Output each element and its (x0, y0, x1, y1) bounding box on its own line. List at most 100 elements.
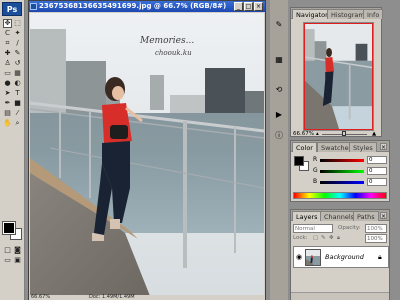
blend-mode-select[interactable]: Normal (293, 224, 333, 233)
eraser-icon[interactable]: ▭ (3, 69, 12, 78)
color-spectrum-bar[interactable] (293, 192, 387, 199)
watermark-line2: choouk.ku (155, 49, 192, 57)
photo: Memories... choouk.ku (30, 13, 264, 296)
blue-label: B (313, 178, 318, 185)
document-window: 23675368136635491699.jpg @ 66.7% (RGB/8#… (28, 0, 266, 300)
crop-icon[interactable]: ⌗ (3, 39, 12, 48)
navigator-zoom-value[interactable]: 66.67% (293, 130, 314, 138)
document-titlebar[interactable]: 23675368136635491699.jpg @ 66.7% (RGB/8#… (29, 1, 265, 12)
layer-row-background[interactable]: ◉ Background 🔒︎ (293, 246, 389, 268)
fill-input[interactable]: 100% (365, 234, 387, 243)
foreground-color-swatch[interactable] (2, 221, 16, 235)
dodge-icon[interactable]: ◐ (13, 79, 22, 88)
navigator-tabs: Navigator Histogram Info (291, 8, 384, 19)
color-tabs: Color Swatches Styles × (291, 141, 389, 152)
document-ps-icon (30, 3, 37, 10)
document-title: 23675368136635491699.jpg @ 66.7% (RGB/8#… (39, 2, 227, 10)
toolbox: Ps ✥ ⬚ ᑕ ✦ ⌗ ∕ ✚ ✎ ♙ ↺ ▭ ▦ ● ◐ ➤ T ✒ ■ ▤… (0, 0, 25, 300)
layers-panel: Layers Channels Paths × Normal Opacity: … (290, 209, 390, 300)
color-fg-swatch[interactable] (294, 156, 304, 166)
layer-lock-icon: 🔒︎ (378, 253, 382, 261)
opacity-label: Opacity: (338, 225, 361, 231)
image-canvas[interactable]: Memories... choouk.ku (30, 13, 264, 296)
green-value-input[interactable]: 0 (367, 167, 387, 175)
hand-icon[interactable]: ✋ (3, 119, 12, 128)
info-icon[interactable]: ⓘ (274, 130, 284, 140)
marquee-icon[interactable]: ⬚ (13, 19, 22, 28)
green-slider[interactable] (320, 170, 364, 173)
lock-label: Lock: (293, 235, 308, 241)
red-value-input[interactable]: 0 (367, 156, 387, 164)
lasso-icon[interactable]: ᑕ (3, 29, 12, 38)
blue-slider-row: B 0 (313, 178, 389, 186)
blur-icon[interactable]: ● (3, 79, 12, 88)
screen-mode-icon[interactable]: ▭ (3, 256, 12, 265)
status-doc-size: Doc: 1.49M/1.49M (89, 294, 135, 300)
layer-thumbnail-photo (306, 250, 320, 265)
red-slider[interactable] (320, 159, 364, 162)
color-swatch[interactable] (2, 221, 22, 240)
notes-icon[interactable]: ▤ (3, 109, 12, 118)
navigator-thumbnail[interactable] (303, 22, 374, 131)
tab-color[interactable]: Color (292, 142, 317, 152)
ps-logo[interactable]: Ps (2, 2, 22, 16)
type-icon[interactable]: T (13, 89, 22, 98)
document-statusbar: 66.67% Doc: 1.49M/1.49M (29, 295, 265, 300)
fullscreen-mode-icon[interactable]: ▣ (13, 256, 22, 265)
lock-image-icon[interactable]: ✎ (321, 234, 326, 243)
layer-name: Background (325, 253, 364, 261)
close-button[interactable]: × (254, 2, 263, 11)
path-select-icon[interactable]: ➤ (3, 89, 12, 98)
standard-mode-icon[interactable]: □ (3, 246, 12, 255)
move-icon[interactable]: ✥ (3, 19, 12, 28)
red-label: R (313, 156, 318, 163)
history-icon[interactable]: ⟲ (274, 85, 284, 95)
brush-icon[interactable]: ✎ (13, 49, 22, 58)
tab-info[interactable]: Info (363, 9, 384, 19)
navigator-panel: Navigator Histogram Info 66.67% ▴ ▲ (290, 7, 384, 138)
slice-icon[interactable]: ∕ (13, 39, 22, 48)
navigator-zoom-row: 66.67% ▴ ▲ (292, 130, 382, 138)
zoom-out-icon[interactable]: ▴ (316, 130, 319, 138)
blue-slider[interactable] (320, 181, 364, 184)
lock-transparency-icon[interactable]: ▢ (313, 234, 318, 243)
maximize-button[interactable]: □ (244, 2, 253, 11)
layers-tabs: Layers Channels Paths × (291, 210, 389, 221)
tool-preset-icon[interactable]: ▦ (274, 55, 284, 65)
shape-icon[interactable]: ■ (13, 99, 22, 108)
navigator-view-box[interactable] (304, 23, 373, 130)
magic-wand-icon[interactable]: ✦ (13, 29, 22, 38)
tab-paths[interactable]: Paths (353, 211, 379, 221)
tool-grid: ✥ ⬚ ᑕ ✦ ⌗ ∕ ✚ ✎ ♙ ↺ ▭ ▦ ● ◐ ➤ T ✒ ■ ▤ ⁄ … (3, 19, 23, 129)
pen-icon[interactable]: ✒ (3, 99, 12, 108)
photoshop-window: Ps ✥ ⬚ ᑕ ✦ ⌗ ∕ ✚ ✎ ♙ ↺ ▭ ▦ ● ◐ ➤ T ✒ ■ ▤… (0, 0, 400, 300)
tab-styles[interactable]: Styles (349, 142, 377, 152)
eyedropper-icon[interactable]: ⁄ (13, 109, 22, 118)
mode-buttons: □ ◙ ▭ ▣ (3, 246, 23, 266)
healing-icon[interactable]: ✚ (3, 49, 12, 58)
zoom-slider-thumb[interactable] (342, 131, 346, 136)
lock-position-icon[interactable]: ✥ (329, 234, 334, 243)
zoom-in-icon[interactable]: ▲ (372, 130, 376, 138)
actions-icon[interactable]: ▶ (274, 110, 284, 120)
layer-visibility-eye-icon[interactable]: ◉ (295, 253, 303, 261)
tab-layers[interactable]: Layers (292, 211, 322, 221)
zoom-icon[interactable]: ⌕ (13, 119, 22, 128)
watermark-line1: Memories... (139, 36, 194, 46)
status-zoom: 66.67% (31, 294, 51, 300)
green-label: G (313, 167, 318, 174)
history-brush-icon[interactable]: ↺ (13, 59, 22, 68)
color-panel: Color Swatches Styles × R 0 G 0 B 0 (290, 140, 390, 202)
minimize-button[interactable]: _ (234, 2, 243, 11)
layers-panel-close-icon[interactable]: × (380, 212, 387, 220)
stamp-icon[interactable]: ♙ (3, 59, 12, 68)
blue-value-input[interactable]: 0 (367, 178, 387, 186)
tab-navigator[interactable]: Navigator (292, 9, 332, 19)
brush-preset-icon[interactable]: ✎ (274, 20, 284, 30)
opacity-input[interactable]: 100% (365, 224, 387, 233)
quickmask-mode-icon[interactable]: ◙ (13, 246, 22, 255)
lock-all-icon[interactable]: 🔒︎ (337, 234, 340, 243)
layers-footer (291, 292, 389, 300)
color-panel-close-icon[interactable]: × (380, 143, 387, 151)
gradient-icon[interactable]: ▦ (13, 69, 22, 78)
